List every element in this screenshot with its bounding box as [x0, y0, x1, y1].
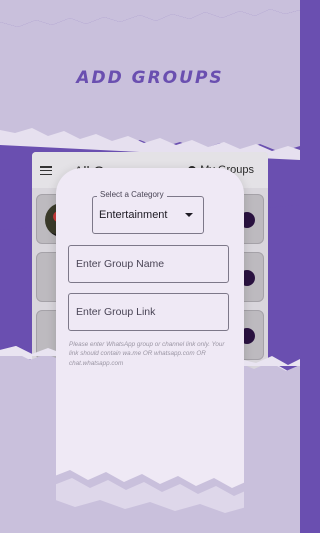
group-name-input[interactable]	[69, 246, 228, 282]
group-name-field[interactable]	[68, 245, 229, 283]
helper-text: Please enter WhatsApp group or channel l…	[69, 341, 225, 367]
chevron-down-icon[interactable]	[185, 213, 193, 217]
group-link-input[interactable]	[69, 294, 228, 330]
category-select[interactable]: Select a Category Entertainment	[92, 190, 204, 234]
page-title: ADD GROUPS	[76, 68, 224, 88]
category-select-value: Entertainment	[99, 209, 168, 221]
hamburger-menu-icon	[40, 166, 52, 176]
category-select-label: Select a Category	[97, 190, 167, 199]
add-group-dialog: Select a Category Entertainment Please e…	[56, 168, 244, 498]
group-link-field[interactable]	[68, 293, 229, 331]
